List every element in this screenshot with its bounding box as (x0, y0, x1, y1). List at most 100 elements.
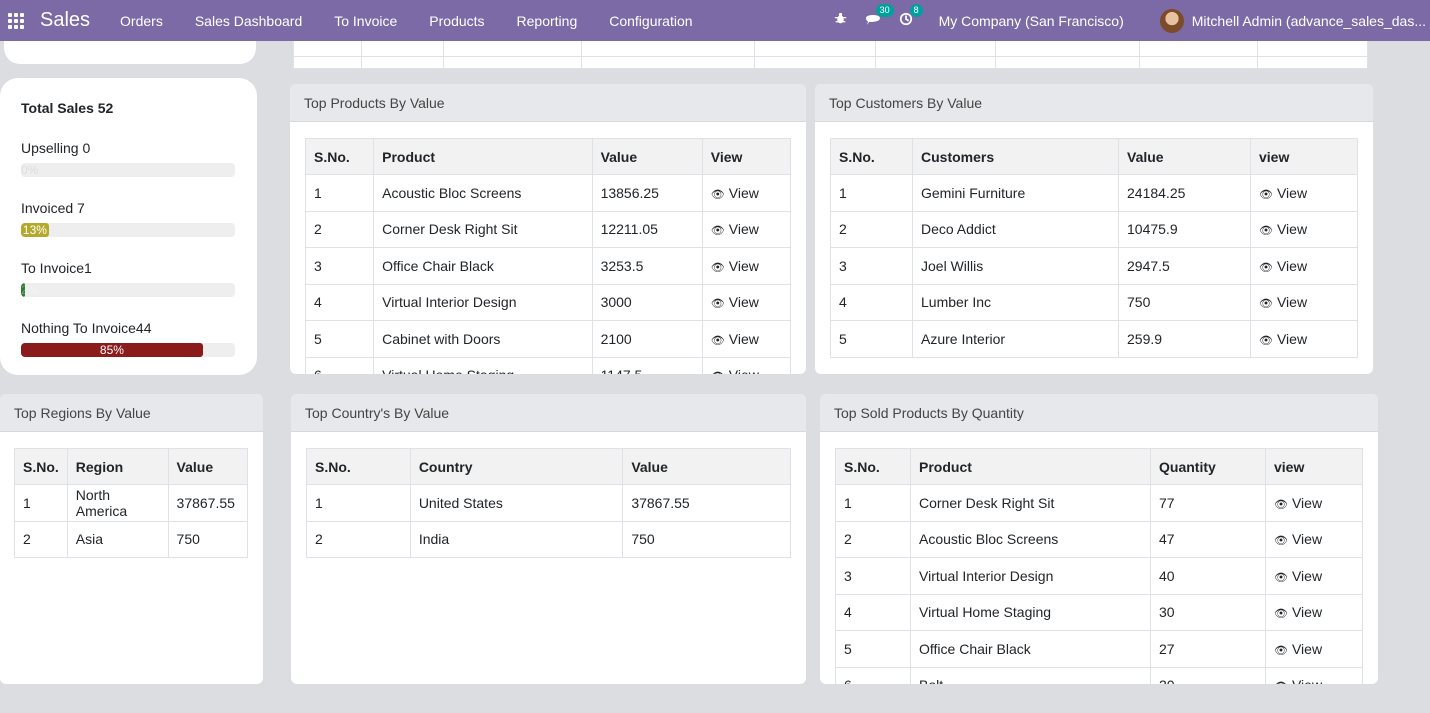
top-products-title: Top Products By Value (290, 84, 806, 122)
view-button[interactable]: 👁View (1265, 484, 1363, 522)
table-cell: Gemini Furniture (912, 174, 1119, 212)
menu-sales-dashboard[interactable]: Sales Dashboard (195, 13, 302, 29)
column-header: S.No. (835, 448, 911, 485)
table-cell: Virtual Home Staging (910, 593, 1151, 631)
table-row: 1 North America 37867.55 (14, 484, 249, 522)
view-button[interactable]: 👁View (1250, 320, 1358, 358)
menu-reporting[interactable]: Reporting (517, 13, 578, 29)
top-customers-title: Top Customers By Value (815, 84, 1373, 122)
view-button[interactable]: 👁View (1250, 174, 1358, 212)
view-label: View (1291, 640, 1323, 657)
table-cell: 2100 (591, 320, 703, 358)
table-cell: 4 (835, 593, 911, 631)
chat-icon[interactable]: 30 (865, 3, 894, 30)
user-avatar[interactable] (1159, 8, 1184, 33)
user-menu[interactable]: Mitchell Admin (advance_sales_das... (1192, 13, 1426, 29)
view-button[interactable]: 👁View (701, 356, 792, 374)
table-cell: 5 (304, 320, 375, 358)
view-label: View (1276, 184, 1308, 201)
table-cell: 20 (1150, 666, 1266, 684)
view-button[interactable]: 👁View (1265, 630, 1363, 668)
table-cell: United States (409, 484, 624, 522)
table-cell: 4 (304, 283, 375, 321)
stat-label: To Invoice1 (21, 260, 92, 276)
column-header: Country (409, 448, 624, 485)
table-cell: 2 (830, 210, 913, 248)
table-row: 2 India 750 (306, 520, 791, 558)
table-cell: India (409, 520, 624, 558)
view-button[interactable]: 👁View (1265, 557, 1363, 595)
table-cell: Bolt (910, 666, 1151, 684)
view-button[interactable]: 👁View (701, 247, 792, 285)
view-button[interactable]: 👁View (701, 210, 792, 248)
eye-icon: 👁 (710, 188, 725, 201)
view-button[interactable]: 👁View (1250, 283, 1358, 321)
view-button[interactable]: 👁View (1250, 210, 1358, 248)
top-regions-title: Top Regions By Value (0, 394, 263, 432)
view-button[interactable]: 👁View (701, 174, 792, 212)
column-header: Value (1118, 138, 1251, 175)
table-cell: 3 (830, 247, 913, 285)
top-regions-table: S.No. Region Value 1 North America 37867.55 2 A… (14, 448, 249, 558)
view-button[interactable]: 👁View (1250, 247, 1358, 285)
table-cell: 2 (306, 520, 411, 558)
table-row: 1 Corner Desk Right Sit 77 👁 View (835, 484, 1363, 522)
table-cell: 5 (830, 320, 913, 358)
table-cell: Deco Addict (912, 210, 1119, 248)
table-cell: Asia (66, 520, 169, 558)
table-cell: Corner Desk Right Sit (910, 484, 1151, 522)
eye-icon: 👁 (1274, 644, 1288, 657)
bug-icon[interactable] (834, 12, 847, 29)
table-cell: 1 (14, 484, 68, 522)
column-header: S.No. (306, 448, 411, 485)
eye-icon: 👁 (710, 334, 725, 347)
table-cell: Corner Desk Right Sit (373, 210, 593, 248)
table-row: 3 Virtual Interior Design 40 👁 View (835, 557, 1363, 595)
view-button[interactable]: 👁View (1265, 666, 1363, 684)
table-cell: 1 (304, 174, 375, 212)
menu-orders[interactable]: Orders (120, 13, 163, 29)
view-label: View (1276, 221, 1308, 238)
activity-badge: 8 (909, 3, 923, 17)
activity-icon[interactable]: 8 (899, 3, 923, 30)
view-button[interactable]: 👁View (1265, 593, 1363, 631)
menu-to-invoice[interactable]: To Invoice (334, 13, 397, 29)
table-cell: 1 (830, 174, 913, 212)
table-cell: 10475.9 (1118, 210, 1251, 248)
view-label: View (728, 257, 759, 274)
company-switcher[interactable]: My Company (San Francisco) (939, 13, 1124, 29)
view-button[interactable]: 👁View (1265, 520, 1363, 558)
table-row: 2 Asia 750 (14, 520, 249, 558)
progress-bar: 13% (21, 223, 235, 237)
apps-menu-icon[interactable] (0, 0, 32, 41)
view-button[interactable]: 👁View (701, 320, 792, 358)
menu-products[interactable]: Products (429, 13, 484, 29)
table-cell: 2 (14, 520, 68, 558)
table-cell: Azure Interior (912, 320, 1119, 358)
view-button[interactable]: 👁View (701, 283, 792, 321)
table-cell: 1 (835, 484, 911, 522)
table-cell: Lumber Inc (912, 283, 1119, 321)
table-cell: 13856.25 (591, 174, 703, 212)
table-row: 1 Gemini Furniture 24184.25 👁 View (830, 174, 1358, 212)
table-row: 5 Office Chair Black 27 👁 View (835, 630, 1363, 668)
table-cell: 40 (1150, 557, 1266, 595)
table-cell: Acoustic Bloc Screens (373, 174, 593, 212)
column-header: Product (373, 138, 593, 175)
table-row: 2 Deco Addict 10475.9 👁 View (830, 210, 1358, 248)
view-label: View (1276, 257, 1308, 274)
menu-configuration[interactable]: Configuration (609, 13, 692, 29)
eye-icon: 👁 (1259, 225, 1273, 238)
table-cell: 259.9 (1118, 320, 1251, 358)
table-cell: Acoustic Bloc Screens (910, 520, 1151, 558)
table-cell: North America (66, 484, 169, 522)
table-row: 4 Lumber Inc 750 👁 View (830, 283, 1358, 321)
table-cell: Joel Willis (912, 247, 1119, 285)
table-cell: 37867.55 (167, 484, 249, 522)
column-header: Value (591, 138, 703, 175)
column-header: Region (66, 448, 169, 485)
app-brand[interactable]: Sales (40, 9, 90, 32)
eye-icon: 👁 (710, 261, 725, 274)
table-cell: 47 (1150, 520, 1266, 558)
table-row: 6Bolt20 👁 View (835, 666, 1363, 684)
